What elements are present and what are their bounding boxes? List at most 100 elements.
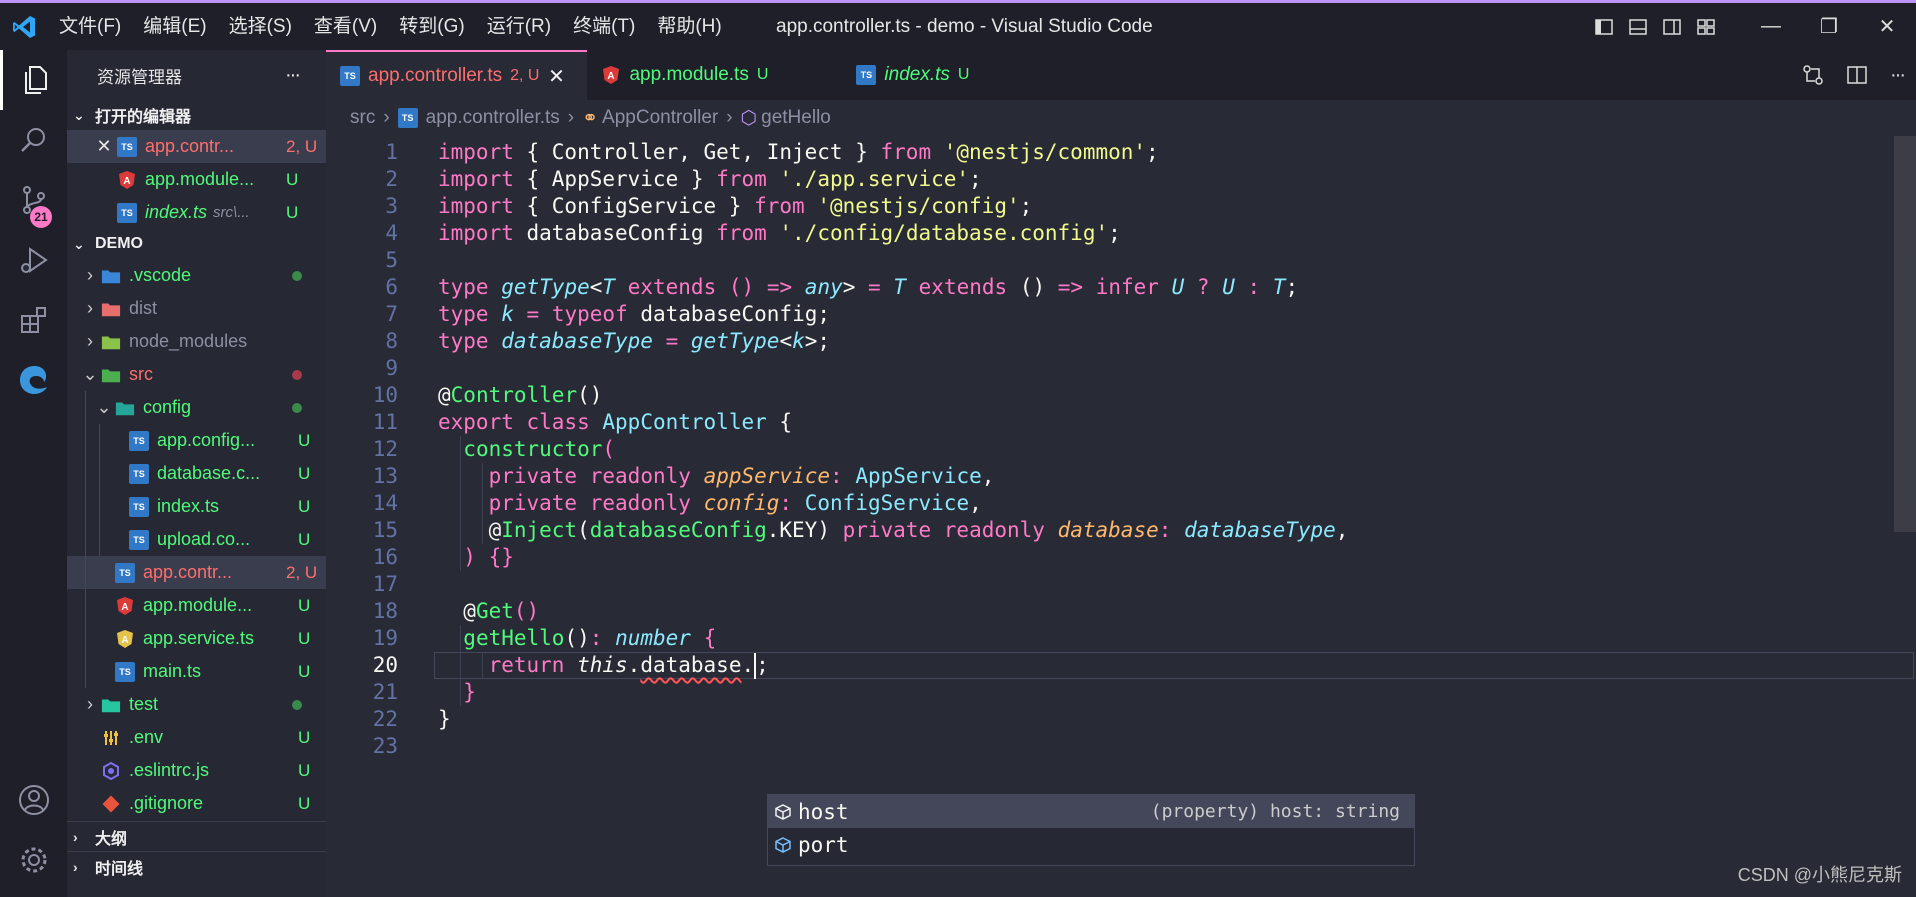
- open-editor-item[interactable]: TS index.ts src\... U: [67, 196, 326, 229]
- outline-header[interactable]: › 大纲: [67, 821, 326, 851]
- code-text: }: [438, 707, 451, 731]
- breadcrumb-item[interactable]: getHello: [761, 107, 831, 129]
- more-actions-button[interactable]: ···: [285, 64, 301, 87]
- git-status: U: [298, 529, 311, 549]
- code-line: 13 private readonly appService: AppServi…: [326, 463, 1916, 490]
- open-editor-item[interactable]: ✕ TS app.contr... 2, U: [67, 130, 326, 163]
- chevron-down-icon[interactable]: ⌄: [79, 364, 101, 385]
- tab-index-ts[interactable]: TS index.ts U: [842, 50, 1043, 100]
- extensions-icon[interactable]: [0, 290, 67, 350]
- folder-src-file-icon: [101, 365, 121, 385]
- tree-item-src[interactable]: ⌄ src: [67, 358, 326, 391]
- tree-item-uploadco[interactable]: TS upload.co... U: [67, 523, 326, 556]
- suggestion-item-host[interactable]: host (property) host: string: [768, 795, 1414, 828]
- breadcrumb-item[interactable]: src: [350, 107, 375, 129]
- scrollbar-slider[interactable]: [1894, 136, 1916, 532]
- ts-file-icon: TS: [117, 136, 137, 157]
- menu-item[interactable]: 帮助(H): [646, 3, 732, 50]
- chevron-right-icon[interactable]: ›: [79, 694, 101, 715]
- tree-item-indexts[interactable]: TS index.ts U: [67, 490, 326, 523]
- search-icon[interactable]: [0, 110, 67, 170]
- toggle-secondary-sidebar-icon[interactable]: [1662, 17, 1682, 37]
- customize-layout-icon[interactable]: [1696, 17, 1716, 37]
- chevron-down-icon[interactable]: ⌄: [93, 397, 115, 418]
- property-icon: [774, 803, 798, 821]
- breadcrumb-item[interactable]: AppController: [602, 107, 718, 129]
- tree-item-appservicets[interactable]: Aapp.service.ts U: [67, 622, 326, 655]
- explorer-files-icon[interactable]: [0, 50, 67, 110]
- close-icon[interactable]: ✕: [91, 136, 117, 157]
- code-text: @Controller(): [438, 383, 603, 407]
- code-editor[interactable]: 1 import { Controller, Get, Inject } from…: [326, 136, 1916, 897]
- tab-list: TS app.controller.ts 2, U ✕ Aapp.module.ts U T…: [326, 50, 1043, 100]
- code-text: private readonly appService: AppService,: [488, 464, 995, 488]
- chevron-right-icon: ›: [726, 107, 733, 128]
- tree-item-appcontr[interactable]: TS app.contr... 2, U: [67, 556, 326, 589]
- menu-item[interactable]: 终端(T): [562, 3, 646, 50]
- tab-app-controller-ts[interactable]: TS app.controller.ts 2, U ✕: [326, 50, 588, 100]
- code-text: import databaseConfig from './config/dat…: [438, 221, 1121, 245]
- tree-item-dist[interactable]: › dist: [67, 292, 326, 325]
- breadcrumb-item[interactable]: app.controller.ts: [426, 107, 560, 129]
- menu-item[interactable]: 查看(V): [303, 3, 388, 50]
- tree-item-appmodule[interactable]: Aapp.module... U: [67, 589, 326, 622]
- run-debug-icon[interactable]: [0, 230, 67, 290]
- tree-item-maints[interactable]: TS main.ts U: [67, 655, 326, 688]
- ts-file-icon: TS: [397, 108, 418, 128]
- tree-item-prettierrc[interactable]: .prettierrcU: [67, 820, 326, 821]
- more-actions-icon[interactable]: ···: [1890, 64, 1906, 87]
- settings-gear-icon[interactable]: [0, 830, 67, 890]
- tree-item-env[interactable]: .env U: [67, 721, 326, 754]
- env-file-icon: [101, 728, 121, 748]
- tree-item-config[interactable]: ⌄ config: [67, 391, 326, 424]
- tree-item-test[interactable]: › test: [67, 688, 326, 721]
- git-status-dot: [292, 402, 302, 413]
- tab-app-module-ts[interactable]: Aapp.module.ts U: [587, 50, 842, 100]
- open-editor-name: app.contr...: [145, 136, 235, 156]
- timeline-header[interactable]: › 时间线: [67, 851, 326, 881]
- tree-item-eslintrcjs[interactable]: .eslintrc.js U: [67, 754, 326, 787]
- close-button[interactable]: ✕: [1858, 3, 1916, 50]
- ts-file-icon: TS: [115, 661, 135, 682]
- menu-item[interactable]: 运行(R): [476, 3, 562, 50]
- split-editor-icon[interactable]: [1846, 64, 1868, 86]
- tab-close-icon[interactable]: ✕: [539, 64, 573, 89]
- toggle-panel-icon[interactable]: [1628, 17, 1648, 37]
- tree-item-databasec[interactable]: TS database.c... U: [67, 457, 326, 490]
- code-line: 7 type k = typeof databaseConfig;: [326, 301, 1916, 328]
- tree-item-appconfig[interactable]: TS app.config... U: [67, 424, 326, 457]
- angular-file-icon: A: [115, 596, 135, 616]
- code-line: 5: [326, 247, 1916, 274]
- menu-item[interactable]: 选择(S): [218, 3, 303, 50]
- line-number: 2: [385, 167, 398, 191]
- minimize-button[interactable]: —: [1742, 3, 1800, 50]
- open-editors-header[interactable]: ⌄ 打开的编辑器: [67, 100, 326, 130]
- chevron-right-icon[interactable]: ›: [79, 298, 101, 319]
- menu-item[interactable]: 编辑(E): [132, 3, 217, 50]
- toggle-primary-sidebar-icon[interactable]: [1594, 17, 1614, 37]
- tree-item-nodemodules[interactable]: › node_modules: [67, 325, 326, 358]
- tree-item-gitignore[interactable]: .gitignore U: [67, 787, 326, 820]
- maximize-button[interactable]: ❐: [1800, 3, 1858, 50]
- accounts-icon[interactable]: [0, 770, 67, 830]
- chevron-right-icon[interactable]: ›: [79, 265, 101, 286]
- menu-item[interactable]: 文件(F): [48, 3, 132, 50]
- code-line: 2 import { AppService } from './app.servi…: [326, 166, 1916, 193]
- title-bar: 文件(F) 编辑(E) 选择(S) 查看(V) 转到(G) 运行(R) 终端(T) 帮助(H)…: [0, 0, 1916, 50]
- source-control-icon[interactable]: 21: [0, 170, 67, 230]
- tree-item-vscode[interactable]: › .vscode: [67, 259, 326, 292]
- tab-status: 2, U: [510, 67, 540, 84]
- tree-item-name: config: [143, 397, 192, 417]
- menu-item[interactable]: 转到(G): [388, 3, 475, 50]
- timeline-title: 时间线: [95, 860, 144, 878]
- angular-file-icon: A: [117, 170, 137, 190]
- suggestion-item-port[interactable]: port: [768, 828, 1414, 861]
- open-changes-icon[interactable]: [1802, 64, 1824, 86]
- edge-devtools-icon[interactable]: [0, 350, 67, 410]
- code-line: 14 private readonly config: ConfigServic…: [326, 490, 1916, 517]
- tree-item-name: app.config...: [157, 430, 256, 450]
- code-line: 11 export class AppController {: [326, 409, 1916, 436]
- chevron-right-icon[interactable]: ›: [79, 331, 101, 352]
- project-header[interactable]: ⌄ DEMO: [67, 229, 326, 259]
- open-editor-item[interactable]: Aapp.module... U: [67, 163, 326, 196]
